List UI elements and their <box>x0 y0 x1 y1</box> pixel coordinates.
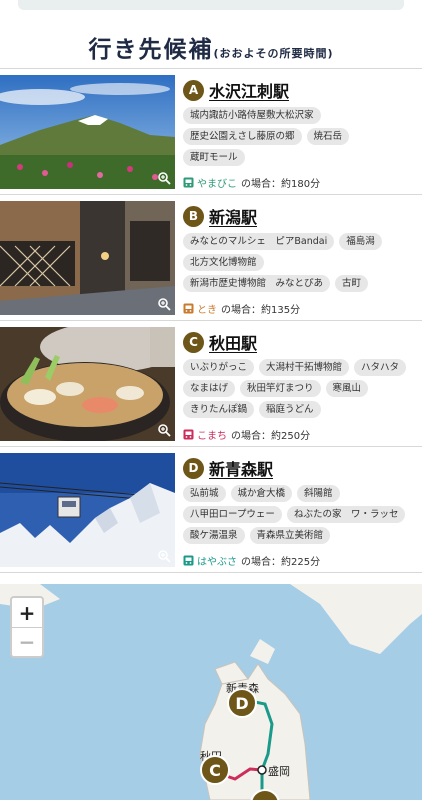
station-heading: C 秋田駅 <box>183 331 415 353</box>
station-name-link[interactable]: 秋田駅 <box>209 330 257 354</box>
spot-tag[interactable]: きりたんぽ鍋 <box>183 401 255 418</box>
station-letter-badge: A <box>183 79 204 101</box>
train-name: はやぶさ <box>197 557 237 568</box>
train-icon <box>183 555 194 566</box>
train-duration: やまびこ の場合：約180分 <box>183 175 320 190</box>
spot-tag[interactable]: 弘前城 <box>183 485 226 502</box>
station-heading: A 水沢江刺駅 <box>183 79 415 101</box>
spot-tag[interactable]: 酸ケ湯温泉 <box>183 527 245 544</box>
train-duration: はやぶさ の場合：約225分 <box>183 553 320 568</box>
station-name-link[interactable]: 新青森駅 <box>209 456 273 480</box>
destination-card: D 新青森駅 弘前城 城か倉大橋 斜陽館 八甲田ロープウェー ねぶたの家 ワ・ラ… <box>0 447 422 573</box>
station-letter-badge: D <box>183 457 204 479</box>
destination-list: A 水沢江刺駅 城内諏訪小路侍屋敷大松沢家 歴史公園えさし藤原の郷 焼石岳 蔵町… <box>0 68 422 573</box>
map-label-morioka: 盛岡 <box>268 765 290 778</box>
spot-tag[interactable]: 焼石岳 <box>306 128 350 145</box>
route-map[interactable]: + − 新青森 秋田 盛岡 D C <box>0 584 422 800</box>
spot-tag[interactable]: 八甲田ロープウェー <box>183 506 282 523</box>
train-icon <box>183 429 194 440</box>
duration-text: の場合：約180分 <box>241 179 321 190</box>
spot-tag[interactable]: 蔵町モール <box>183 149 245 166</box>
train-name: やまびこ <box>197 179 237 190</box>
spot-tag[interactable]: なまはげ <box>183 380 236 397</box>
train-icon <box>183 303 194 314</box>
train-icon <box>183 177 194 188</box>
tag-list: 弘前城 城か倉大橋 斜陽館 八甲田ロープウェー ねぶたの家 ワ・ラッセ 酸ケ湯温… <box>183 485 415 544</box>
train-name: こまち <box>197 431 227 442</box>
tag-list: いぶりがっこ 大潟村干拓博物館 ハタハタ なまはげ 秋田竿灯まつり 寒風山 きり… <box>183 359 415 418</box>
spot-tag[interactable]: 稲庭うどん <box>259 401 321 418</box>
destination-card: C 秋田駅 いぶりがっこ 大潟村干拓博物館 ハタハタ なまはげ 秋田竿灯まつり … <box>0 321 422 447</box>
spot-tag[interactable]: 福島潟 <box>339 233 382 250</box>
zoom-in-button[interactable]: + <box>12 598 42 627</box>
page-title: 行き先候補 <box>88 37 214 63</box>
zoom-out-button[interactable]: − <box>12 627 42 656</box>
station-heading: B 新潟駅 <box>183 205 415 227</box>
duration-text: の場合：約135分 <box>221 305 301 316</box>
duration-text: の場合：約250分 <box>231 431 311 442</box>
spot-tag[interactable]: 青森県立美術館 <box>249 527 331 544</box>
spot-tag[interactable]: 寒風山 <box>325 380 369 397</box>
destination-info: B 新潟駅 みなとのマルシェ ピアBandai 福島潟 北方文化博物館 新潟市歴… <box>183 205 415 292</box>
top-strip <box>18 0 404 10</box>
station-letter-badge: B <box>183 205 204 227</box>
tag-list: 城内諏訪小路侍屋敷大松沢家 歴史公園えさし藤原の郷 焼石岳 蔵町モール <box>183 107 415 166</box>
map-zoom-control: + − <box>10 596 44 658</box>
train-duration: とき の場合：約135分 <box>183 301 300 316</box>
zoom-icon[interactable] <box>157 297 171 311</box>
destination-card: B 新潟駅 みなとのマルシェ ピアBandai 福島潟 北方文化博物館 新潟市歴… <box>0 195 422 321</box>
destination-photo[interactable] <box>0 453 175 567</box>
spot-tag[interactable]: 歴史公園えさし藤原の郷 <box>183 128 302 145</box>
zoom-icon[interactable] <box>157 549 171 563</box>
spot-tag[interactable]: ハタハタ <box>354 359 407 376</box>
tag-list: みなとのマルシェ ピアBandai 福島潟 北方文化博物館 新潟市歴史博物館 み… <box>183 233 415 292</box>
map-pin-d[interactable]: D <box>227 688 257 718</box>
page-heading: 行き先候補(おおよその所要時間) <box>0 30 422 64</box>
spot-tag[interactable]: 古町 <box>335 275 369 292</box>
station-letter-badge: C <box>183 331 204 353</box>
destination-info: D 新青森駅 弘前城 城か倉大橋 斜陽館 八甲田ロープウェー ねぶたの家 ワ・ラ… <box>183 457 415 544</box>
destination-photo[interactable] <box>0 75 175 189</box>
spot-tag[interactable]: ねぶたの家 ワ・ラッセ <box>286 506 406 523</box>
page-subtitle: (おおよその所要時間) <box>213 47 334 60</box>
map-pin-c[interactable]: C <box>200 755 230 785</box>
station-name-link[interactable]: 水沢江刺駅 <box>209 78 289 102</box>
train-name: とき <box>197 305 217 316</box>
destination-info: A 水沢江刺駅 城内諏訪小路侍屋敷大松沢家 歴史公園えさし藤原の郷 焼石岳 蔵町… <box>183 79 415 166</box>
zoom-icon[interactable] <box>157 171 171 185</box>
spot-tag[interactable]: 城内諏訪小路侍屋敷大松沢家 <box>183 107 321 124</box>
zoom-icon[interactable] <box>157 423 171 437</box>
train-duration: こまち の場合：約250分 <box>183 427 310 442</box>
station-heading: D 新青森駅 <box>183 457 415 479</box>
spot-tag[interactable]: みなとのマルシェ ピアBandai <box>183 233 335 250</box>
destination-photo[interactable] <box>0 201 175 315</box>
spot-tag[interactable]: 城か倉大橋 <box>230 485 293 502</box>
spot-tag[interactable]: 北方文化博物館 <box>183 254 264 271</box>
destination-card: A 水沢江刺駅 城内諏訪小路侍屋敷大松沢家 歴史公園えさし藤原の郷 焼石岳 蔵町… <box>0 69 422 195</box>
duration-text: の場合：約225分 <box>241 557 321 568</box>
spot-tag[interactable]: いぶりがっこ <box>183 359 255 376</box>
station-name-link[interactable]: 新潟駅 <box>209 204 257 228</box>
spot-tag[interactable]: 大潟村干拓博物館 <box>259 359 350 376</box>
spot-tag[interactable]: 秋田竿灯まつり <box>240 380 321 397</box>
spot-tag[interactable]: 新潟市歴史博物館 みなとぴあ <box>183 275 331 292</box>
spot-tag[interactable]: 斜陽館 <box>297 485 340 502</box>
destination-photo[interactable] <box>0 327 175 441</box>
destination-info: C 秋田駅 いぶりがっこ 大潟村干拓博物館 ハタハタ なまはげ 秋田竿灯まつり … <box>183 331 415 418</box>
